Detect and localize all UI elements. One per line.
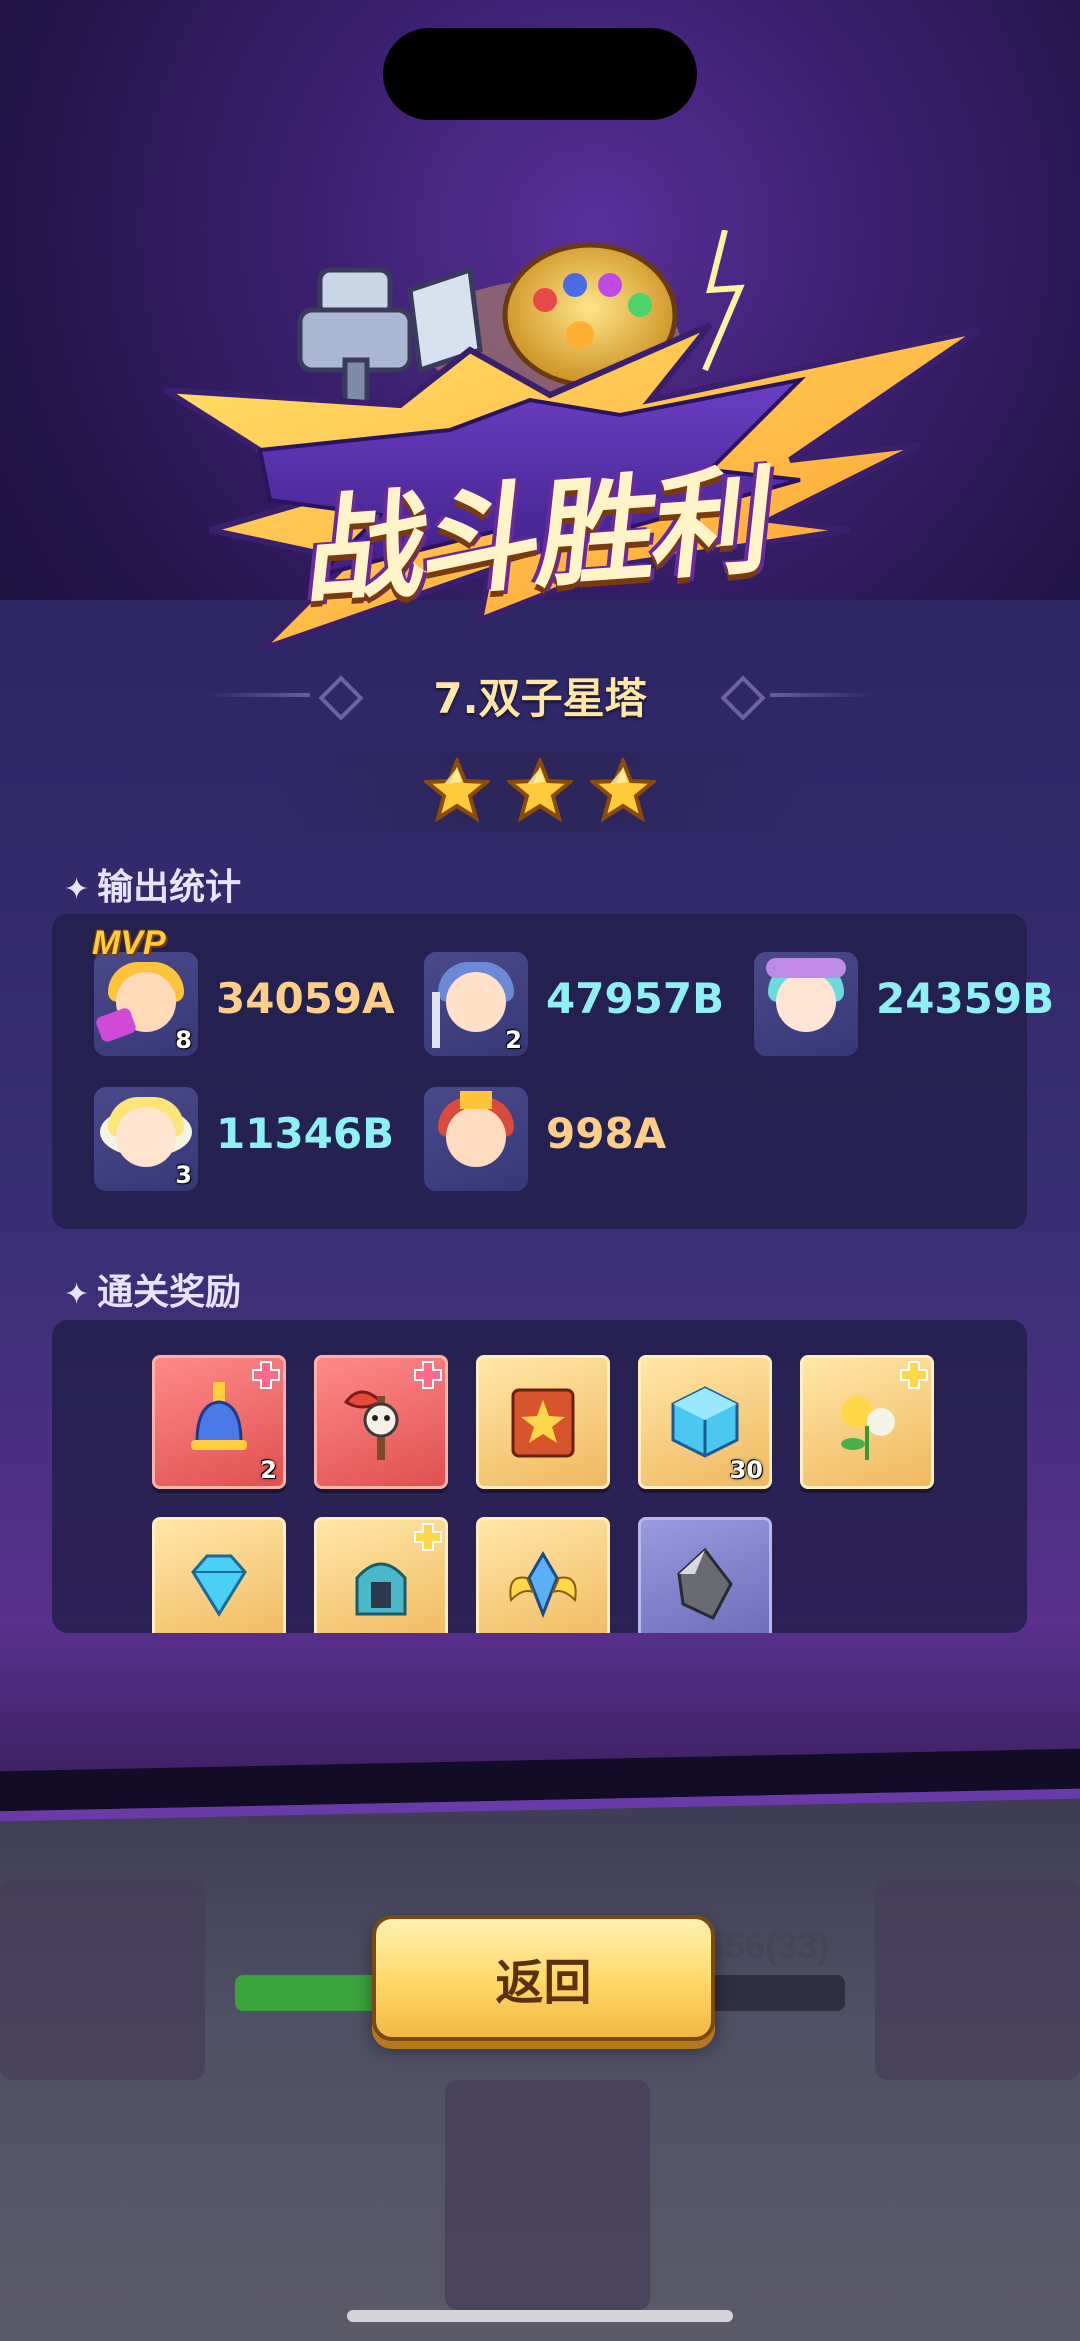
blue-cube-icon [671, 1386, 739, 1458]
hero-sword [432, 992, 440, 1048]
hero-damage: 34059A [216, 974, 395, 1023]
reward-item[interactable] [314, 1355, 448, 1489]
hero-damage: 47957B [546, 974, 725, 1023]
hero-face [116, 1107, 176, 1167]
sparkle-icon: ✦ [64, 1277, 90, 1312]
hero-face [776, 972, 836, 1032]
hero-level: 2 [505, 1026, 522, 1054]
fragment-badge-icon [252, 1361, 280, 1389]
sparkle-icon: ✦ [64, 872, 90, 907]
hero-face [446, 972, 506, 1032]
reward-quantity: 30 [729, 1456, 763, 1484]
home-indicator[interactable] [347, 2310, 733, 2322]
camera-notch [383, 28, 697, 120]
reward-item[interactable] [476, 1355, 610, 1489]
star-icon [424, 758, 490, 823]
spellbook-icon [511, 1388, 575, 1458]
hero-damage: 11346B [216, 1109, 395, 1158]
star-icon [507, 758, 573, 823]
hero-hat [766, 958, 846, 978]
rewards-panel: 2 30 [52, 1320, 1027, 1633]
reward-item[interactable] [800, 1355, 934, 1489]
reward-quantity: 2 [260, 1456, 277, 1484]
hero-portrait: 8 [94, 952, 198, 1056]
hero-portrait [754, 952, 858, 1056]
hero-portrait: 3 [94, 1087, 198, 1191]
reward-item[interactable] [314, 1517, 448, 1633]
output-stats-label: 输出统计 [97, 867, 242, 908]
hero-damage: 998A [546, 1109, 667, 1158]
reward-item[interactable]: 2 [152, 1355, 286, 1489]
output-stats-panel: 8 MVP 34059A 2 47957B 24359B 3 11346B 99… [52, 914, 1054, 1229]
bell-hero-fragment-icon [191, 1382, 247, 1450]
rewards-label: 通关奖励 [97, 1272, 242, 1313]
level-title: 7.双子星塔 [433, 674, 647, 723]
mvp-badge: MVP [92, 924, 166, 962]
scene-hp-text: 556(33) [705, 1925, 830, 1966]
back-button[interactable]: 返回 [372, 1915, 715, 2041]
star-icon [590, 758, 656, 823]
scene-tower-left [0, 1880, 205, 2080]
fragment-badge-icon [900, 1361, 928, 1389]
scene-health-bar-fill [235, 1975, 385, 2011]
reward-item[interactable]: 30 [638, 1355, 772, 1489]
title-divider-left [205, 693, 310, 697]
hero-stat[interactable]: 998A [424, 1087, 804, 1193]
diamond-icon [191, 1554, 247, 1617]
hero-damage: 24359B [876, 974, 1055, 1023]
flower-fragment-icon [841, 1396, 895, 1460]
reward-item[interactable] [152, 1517, 286, 1633]
fragment-badge-icon [414, 1361, 442, 1389]
hero-level: 3 [175, 1161, 192, 1189]
hero-crown [460, 1091, 492, 1109]
hero-face [446, 1107, 506, 1167]
hero-stat[interactable]: 3 11346B [94, 1087, 474, 1193]
reward-item[interactable] [638, 1517, 772, 1633]
scene-tower-right [875, 1880, 1080, 2080]
hero-portrait: 2 [424, 952, 528, 1056]
hero-level: 8 [175, 1026, 192, 1054]
hero-stat-mvp[interactable]: 8 MVP 34059A [92, 924, 474, 1058]
title-divider-right [770, 693, 875, 697]
skull-axe-hero-fragment-icon [343, 1390, 399, 1460]
hero-portrait [424, 1087, 528, 1191]
reward-item[interactable] [476, 1517, 610, 1633]
scene-tower-center [445, 2080, 650, 2310]
output-stats-heading: ✦ 输出统计 [64, 858, 241, 910]
rewards-heading: ✦ 通关奖励 [64, 1263, 241, 1315]
helmet-fragment-icon [355, 1562, 407, 1616]
winged-crest-icon [509, 1551, 577, 1619]
fragment-badge-icon [414, 1523, 442, 1551]
hero-stat[interactable]: 2 47957B [424, 952, 804, 1058]
hero-stat[interactable]: 24359B [754, 952, 1080, 1058]
grey-crystal-icon [677, 1547, 733, 1620]
